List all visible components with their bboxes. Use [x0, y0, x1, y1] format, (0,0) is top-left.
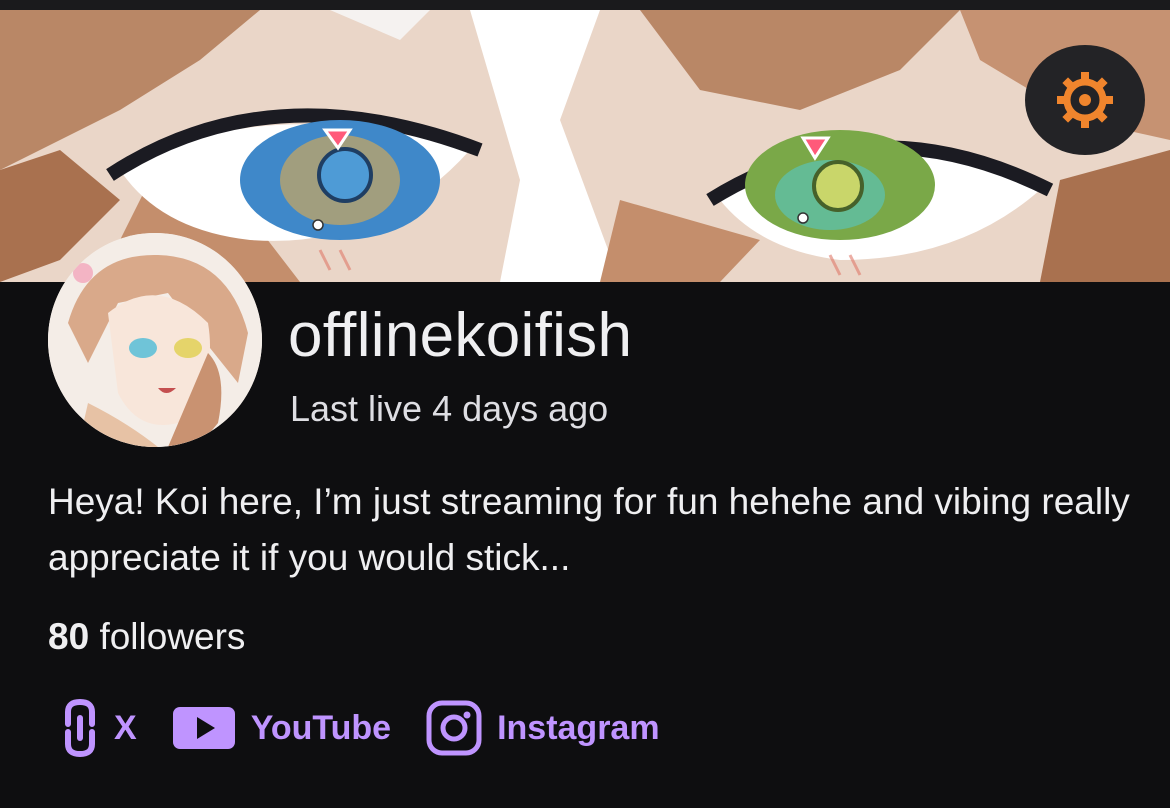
last-live-status: Last live 4 days ago [290, 388, 609, 429]
social-label-youtube: YouTube [250, 708, 392, 747]
link-icon [65, 698, 95, 758]
followers-info: 80 followers [48, 616, 245, 658]
social-links: X YouTube Instagram [60, 698, 694, 758]
settings-button[interactable] [1025, 45, 1145, 155]
social-link-instagram[interactable]: Instagram [425, 699, 660, 757]
channel-bio: Heya! Koi here, I’m just streaming for f… [48, 481, 1130, 578]
instagram-icon [426, 700, 482, 756]
channel-username[interactable]: offlinekoifish [288, 300, 632, 371]
followers-label: followers [99, 616, 246, 657]
followers-count: 80 [48, 616, 90, 657]
avatar[interactable] [48, 233, 262, 447]
social-link-x[interactable]: X [60, 698, 137, 758]
avatar-artwork [48, 233, 262, 447]
social-label-x: X [114, 708, 137, 747]
social-link-youtube[interactable]: YouTube [171, 705, 391, 751]
social-label-instagram: Instagram [497, 708, 660, 747]
youtube-icon [172, 707, 235, 749]
gear-icon [1057, 72, 1113, 128]
